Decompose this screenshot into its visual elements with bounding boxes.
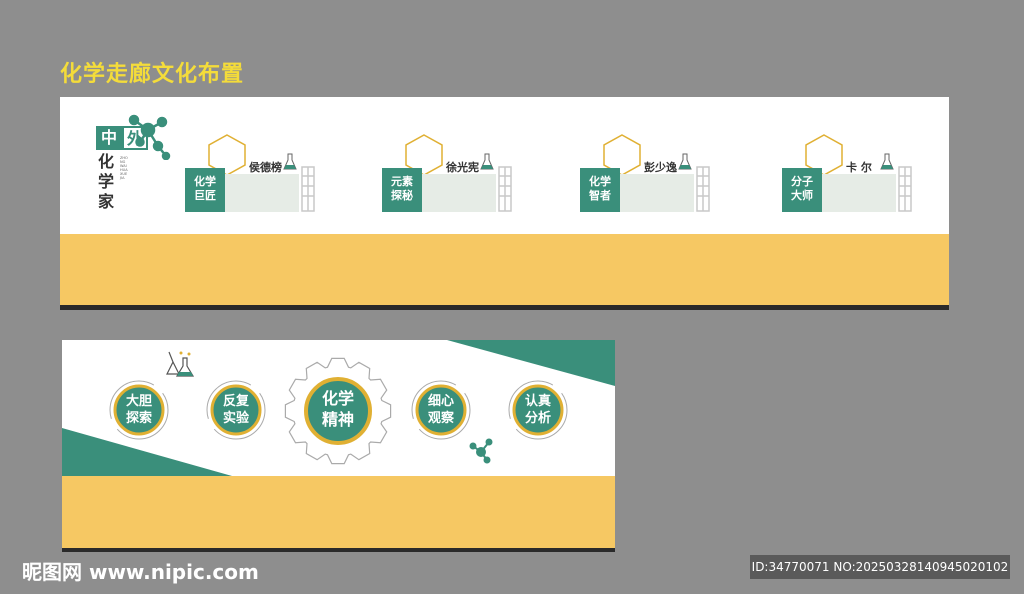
circle-label-line-2: 观察 — [427, 411, 454, 426]
person-name: 徐光宪 — [446, 161, 479, 174]
heading-main: 化学家 — [98, 152, 115, 211]
card-chip: 化学 智者 — [580, 168, 620, 212]
watermark-right: ID:34770071 NO:20250328140945020102 — [750, 555, 1010, 579]
top-board-shadow — [60, 305, 949, 310]
molecule-icon — [128, 114, 171, 160]
page-title: 化学走廊文化布置 — [60, 62, 245, 87]
watermark-left: 昵图网 www.nipic.com — [22, 560, 259, 584]
center-label-line-1: 化学 — [321, 389, 354, 408]
chip-line-2: 大师 — [791, 189, 813, 202]
person-name: 侯德榜 — [249, 161, 282, 174]
circle-label: 大胆 探索 — [115, 393, 163, 427]
card-chip: 元素 探秘 — [382, 168, 422, 212]
heading-char-zhong: 中 — [96, 126, 122, 150]
flask-icon — [480, 153, 494, 170]
circle-label-line-1: 反复 — [222, 394, 249, 409]
lattice-decor — [898, 166, 912, 212]
chip-line-2: 智者 — [589, 189, 611, 202]
person-name: 卡 尔 — [846, 161, 872, 174]
center-label: 化学 精神 — [304, 388, 372, 430]
circle-label-line-2: 实验 — [222, 411, 249, 426]
bottom-board-yellow-band — [62, 476, 615, 548]
lattice-decor — [301, 166, 315, 212]
circle-label-line-1: 认真 — [524, 394, 551, 409]
circle-label-line-2: 探索 — [125, 411, 152, 426]
chip-line-1: 分子 — [791, 175, 813, 188]
lattice-decor — [696, 166, 710, 212]
top-board-yellow-band — [60, 234, 949, 305]
person-name: 彭少逸 — [644, 161, 677, 174]
circle-label-line-1: 细心 — [427, 394, 454, 409]
flask-icon — [283, 153, 297, 170]
circle-label: 细心 观察 — [417, 393, 465, 427]
chip-line-2: 巨匠 — [194, 189, 216, 202]
circle-label: 认真 分析 — [514, 393, 562, 427]
circle-label-line-2: 分析 — [524, 411, 551, 426]
circle-label: 反复 实验 — [212, 393, 260, 427]
card-bio-block — [422, 174, 496, 212]
molecule-small-icon — [469, 438, 493, 464]
card-bio-block — [620, 174, 694, 212]
chip-line-1: 化学 — [589, 175, 611, 188]
flask-icon — [678, 153, 692, 170]
card-bio-block — [225, 174, 299, 212]
card-bio-block — [822, 174, 896, 212]
chip-line-1: 元素 — [391, 175, 413, 188]
card-chip: 化学 巨匠 — [185, 168, 225, 212]
card-chip: 分子 大师 — [782, 168, 822, 212]
center-label-line-2: 精神 — [321, 410, 354, 429]
chip-line-1: 化学 — [194, 175, 216, 188]
circle-label-line-1: 大胆 — [125, 394, 152, 409]
chip-line-2: 探秘 — [391, 189, 413, 202]
flask-icon — [880, 153, 894, 170]
heading-pinyin: ZHONG WAI HUA XUE JIA — [120, 156, 128, 180]
lattice-decor — [498, 166, 512, 212]
flask-icon — [166, 351, 195, 377]
bottom-board-shadow — [62, 548, 615, 552]
